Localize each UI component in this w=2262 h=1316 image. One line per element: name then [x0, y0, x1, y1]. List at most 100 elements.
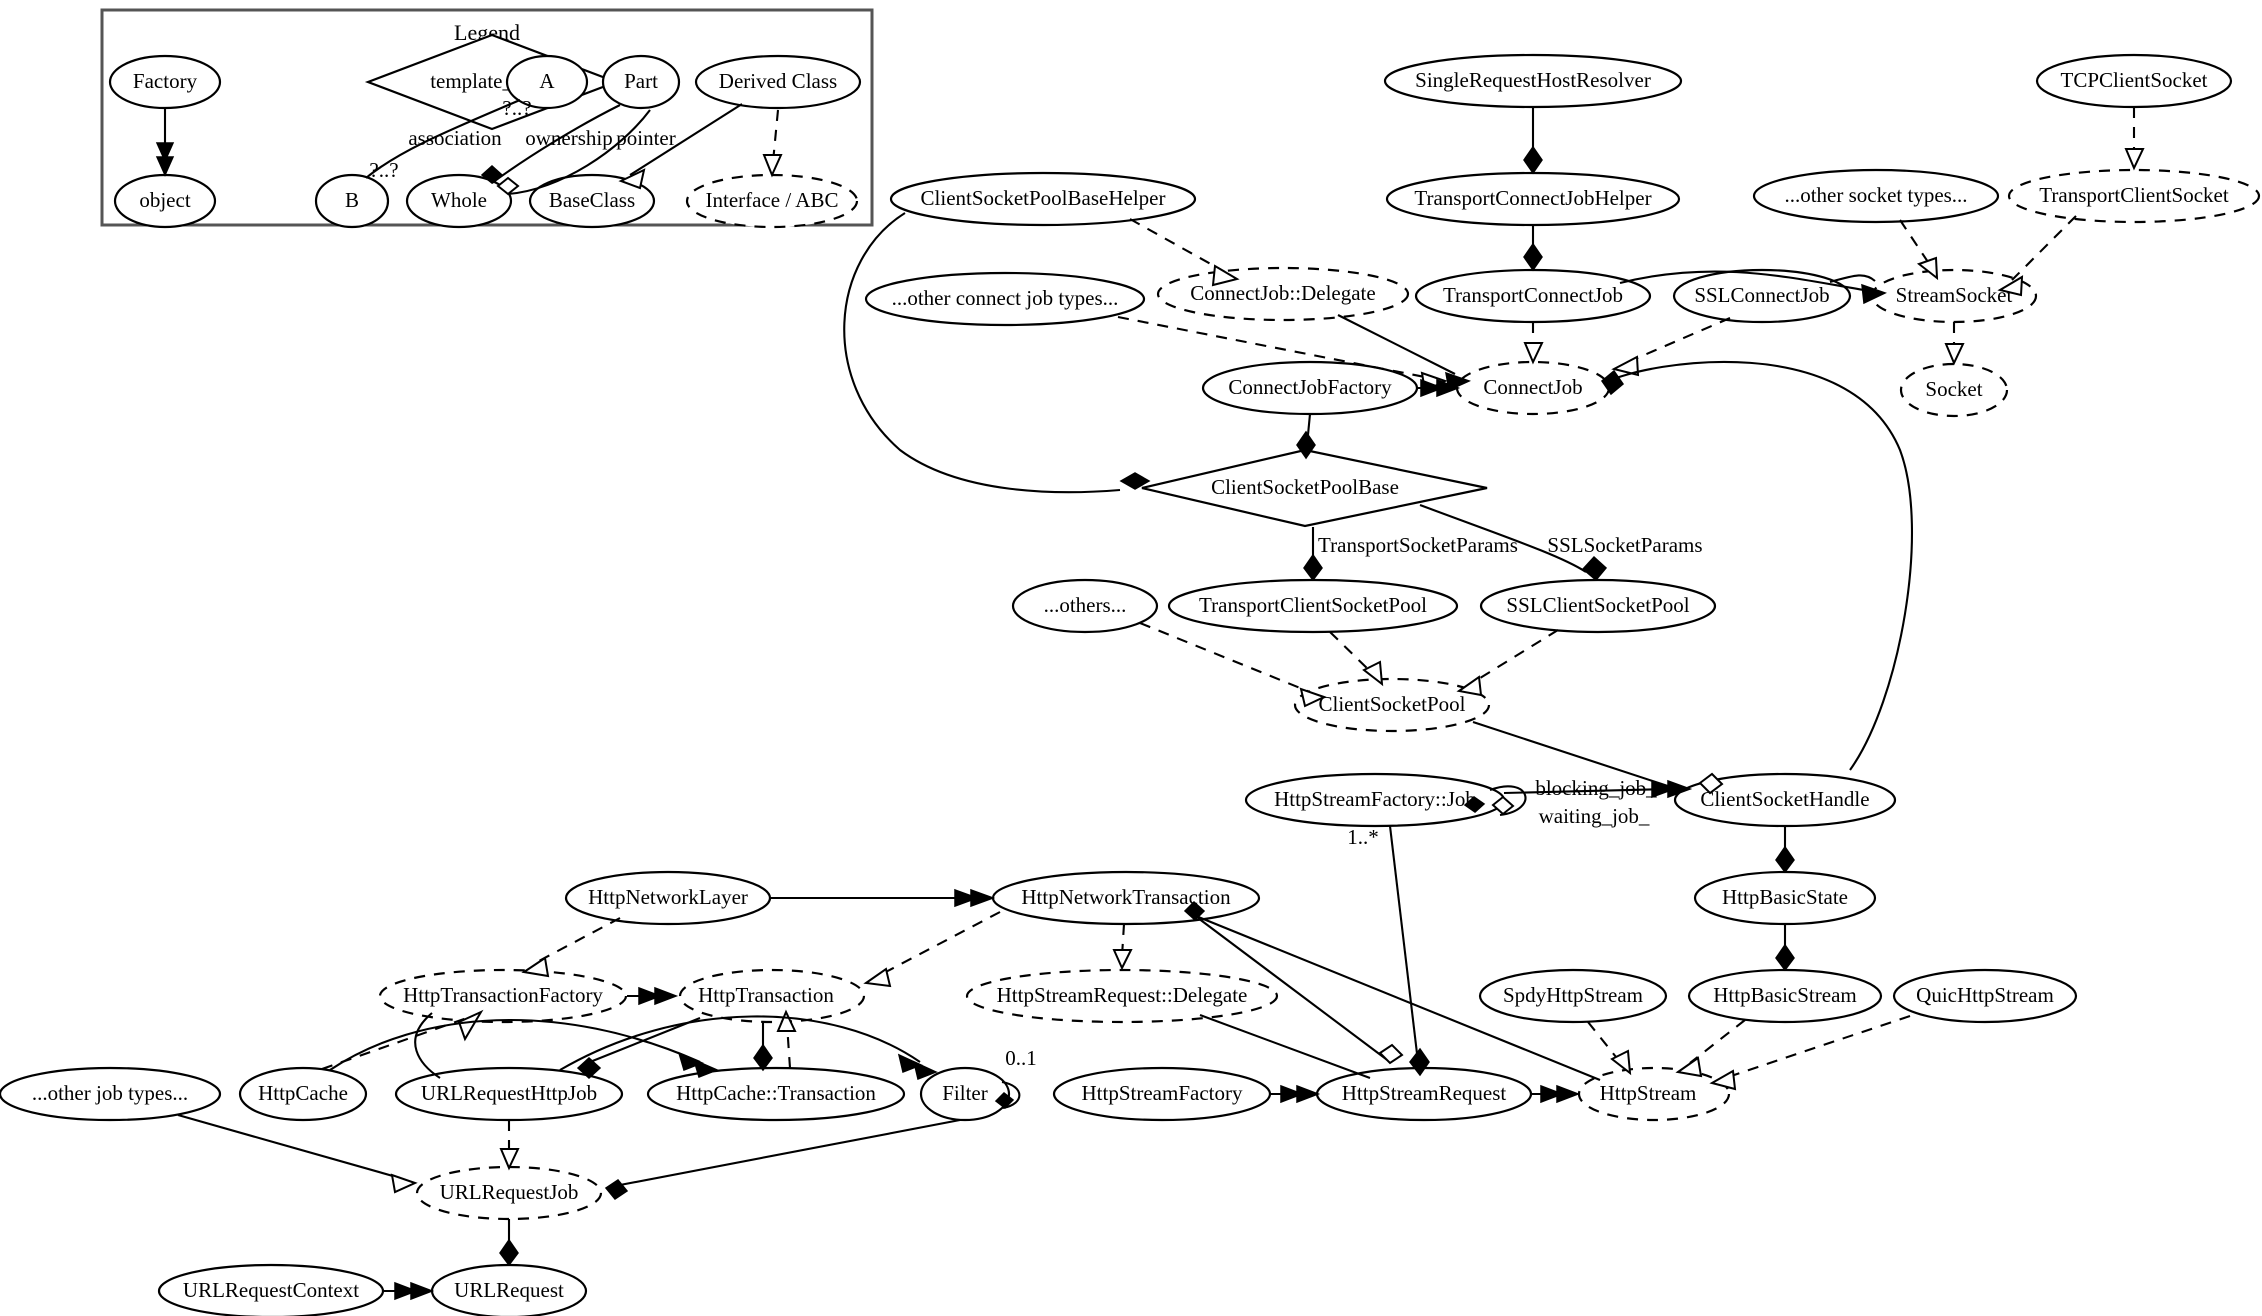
legend-node-baseclass-label: BaseClass — [549, 188, 635, 212]
node-label: TransportClientSocket — [2039, 183, 2229, 207]
node-label: HttpNetworkTransaction — [1021, 885, 1231, 909]
diamond-httptransaction-cachetransaction — [753, 1043, 773, 1072]
node-connect-job-factory[interactable]: ConnectJobFactory — [1201, 360, 1419, 416]
legend-node-interface-abc-label: Interface / ABC — [706, 188, 839, 212]
edge-quic-httpstream — [1724, 1015, 1911, 1079]
diamond-urlrequestjob-urlrequest — [499, 1238, 519, 1267]
node-socket[interactable]: Socket — [1899, 362, 2009, 418]
edge-networktransaction-httptransaction — [879, 911, 1001, 976]
node-label: URLRequestHttpJob — [421, 1081, 597, 1105]
edge-urlrequesthttpjob-filter — [559, 1015, 921, 1071]
node-label: Socket — [1925, 377, 1982, 401]
node-label: SingleRequestHostResolver — [1415, 68, 1651, 92]
label-waiting-job: waiting_job_ — [1539, 804, 1650, 828]
node-url-request-job[interactable]: URLRequestJob — [415, 1165, 603, 1221]
node-url-request-context[interactable]: URLRequestContext — [157, 1263, 385, 1316]
edge-sslconnectjob-connectjob — [1627, 317, 1731, 363]
legend-node-part-label: Part — [624, 69, 658, 93]
node-http-stream[interactable]: HttpStream — [1577, 1066, 1731, 1122]
node-single-request-host-resolver[interactable]: SingleRequestHostResolver — [1383, 53, 1683, 109]
node-client-socket-pool-base[interactable]: ClientSocketPoolBase — [1141, 448, 1488, 528]
node-label: SSLClientSocketPool — [1506, 593, 1689, 617]
node-http-stream-request-delegate[interactable]: HttpStreamRequest::Delegate — [965, 968, 1279, 1024]
edge-job-streamrequest — [1388, 825, 1420, 1063]
node-http-basic-state[interactable]: HttpBasicState — [1693, 870, 1877, 926]
node-label: URLRequest — [454, 1278, 564, 1302]
node-http-stream-request[interactable]: HttpStreamRequest — [1315, 1066, 1533, 1122]
node-http-cache[interactable]: HttpCache — [238, 1066, 368, 1122]
node-label: StreamSocket — [1896, 283, 2013, 307]
edge-basicstream-httpstream — [1689, 1019, 1746, 1064]
node-http-network-layer[interactable]: HttpNetworkLayer — [564, 870, 772, 926]
label-blocking-job: blocking_job_ — [1535, 776, 1657, 800]
node-label: HttpBasicState — [1722, 885, 1848, 909]
node-label: ClientSocketHandle — [1700, 787, 1869, 811]
node-http-stream-factory-job[interactable]: HttpStreamFactory::Job — [1244, 772, 1506, 828]
diamond-handle-basicstate — [1775, 845, 1795, 874]
node-stream-socket[interactable]: StreamSocket — [1870, 268, 2038, 324]
node-connect-job-delegate[interactable]: ConnectJob::Delegate — [1156, 266, 1410, 322]
node-spdy-http-stream[interactable]: SpdyHttpStream — [1478, 968, 1668, 1024]
edge-transportclientsocket-streamsocket — [2011, 215, 2077, 281]
diamond-resolver-helper — [1523, 145, 1543, 175]
node-quic-http-stream[interactable]: QuicHttpStream — [1892, 968, 2078, 1024]
edge-otherjobtypes-urlrequestjob — [177, 1113, 401, 1180]
node-others[interactable]: ...others... — [1011, 578, 1159, 634]
diamond-poolbase-transportpool — [1303, 553, 1323, 582]
arrow-networklayer-transactionfactory — [521, 956, 550, 978]
diamond-filter-urlrequestjob — [604, 1178, 629, 1201]
edge-transactionfactory-curve — [414, 1012, 441, 1079]
uml-class-diagram: Legend Factory object template_class A B… — [0, 8, 2261, 1316]
node-transport-client-socket[interactable]: TransportClientSocket — [2007, 168, 2261, 224]
node-other-connect-job-types[interactable]: ...other connect job types... — [864, 271, 1146, 327]
edge-connectjob-streamsocket-own — [1603, 360, 1913, 771]
node-tcp-client-socket[interactable]: TCPClientSocket — [2035, 53, 2233, 109]
node-label: QuicHttpStream — [1916, 983, 2054, 1007]
node-label: HttpTransaction — [698, 983, 834, 1007]
node-label: ...others... — [1044, 593, 1127, 617]
edge-httpcache-cachetransaction — [329, 1018, 701, 1071]
node-ssl-connect-job[interactable]: SSLConnectJob — [1672, 268, 1852, 324]
node-label: HttpTransactionFactory — [403, 983, 603, 1007]
legend-ownership-label: ownership — [525, 126, 613, 150]
node-transport-connect-job[interactable]: TransportConnectJob — [1414, 268, 1652, 324]
node-http-transaction-factory[interactable]: HttpTransactionFactory — [378, 968, 628, 1024]
node-label: HttpStreamFactory — [1082, 1081, 1243, 1105]
node-http-transaction[interactable]: HttpTransaction — [678, 968, 866, 1024]
node-transport-client-socket-pool[interactable]: TransportClientSocketPool — [1167, 578, 1459, 634]
node-filter[interactable]: Filter — [919, 1066, 1011, 1122]
arrow-streamsocket-socket — [1944, 343, 1965, 366]
node-url-request[interactable]: URLRequest — [430, 1263, 588, 1316]
node-label: URLRequestJob — [440, 1180, 579, 1204]
node-label: TransportConnectJob — [1443, 283, 1623, 307]
edge-spdy-httpstream — [1587, 1021, 1621, 1063]
label-ssl-socket-params: SSLSocketParams — [1547, 533, 1702, 557]
node-client-socket-pool-base-helper[interactable]: ClientSocketPoolBaseHelper — [889, 171, 1197, 227]
edge-filter-urlrequestjob — [619, 1118, 961, 1187]
node-http-network-transaction[interactable]: HttpNetworkTransaction — [991, 870, 1261, 926]
diamond-networktransaction-streamrequest — [1378, 1043, 1404, 1065]
node-label: SSLConnectJob — [1694, 283, 1829, 307]
node-ssl-client-socket-pool[interactable]: SSLClientSocketPool — [1479, 578, 1717, 634]
node-label: HttpStreamRequest::Delegate — [997, 983, 1248, 1007]
label-zero-to-one: 0..1 — [1005, 1046, 1037, 1070]
node-http-cache-transaction[interactable]: HttpCache::Transaction — [646, 1066, 906, 1122]
diamond-poolbase-sslpool — [1581, 555, 1608, 582]
node-other-job-types[interactable]: ...other job types... — [0, 1066, 222, 1122]
edge-helper-delegate — [1129, 218, 1226, 273]
node-label: HttpStreamRequest — [1342, 1081, 1507, 1105]
node-http-stream-factory[interactable]: HttpStreamFactory — [1052, 1066, 1272, 1122]
node-connect-job[interactable]: ConnectJob — [1455, 360, 1611, 416]
edge-sslconnect-streamsocket — [1829, 274, 1876, 284]
node-label: TransportConnectJobHelper — [1414, 186, 1651, 210]
node-other-socket-types[interactable]: ...other socket types... — [1752, 168, 2000, 224]
node-label: ...other socket types... — [1784, 183, 1967, 207]
legend-node-derived-class-label: Derived Class — [719, 69, 837, 93]
legend-realization-arrow — [762, 154, 783, 178]
legend-node-whole-label: Whole — [431, 188, 487, 212]
node-http-basic-stream[interactable]: HttpBasicStream — [1687, 968, 1883, 1024]
node-transport-connect-job-helper[interactable]: TransportConnectJobHelper — [1385, 171, 1681, 227]
node-label: TransportClientSocketPool — [1199, 593, 1427, 617]
node-client-socket-pool[interactable]: ClientSocketPool — [1293, 677, 1491, 733]
edge-othersocket-streamsocket — [1899, 219, 1931, 266]
